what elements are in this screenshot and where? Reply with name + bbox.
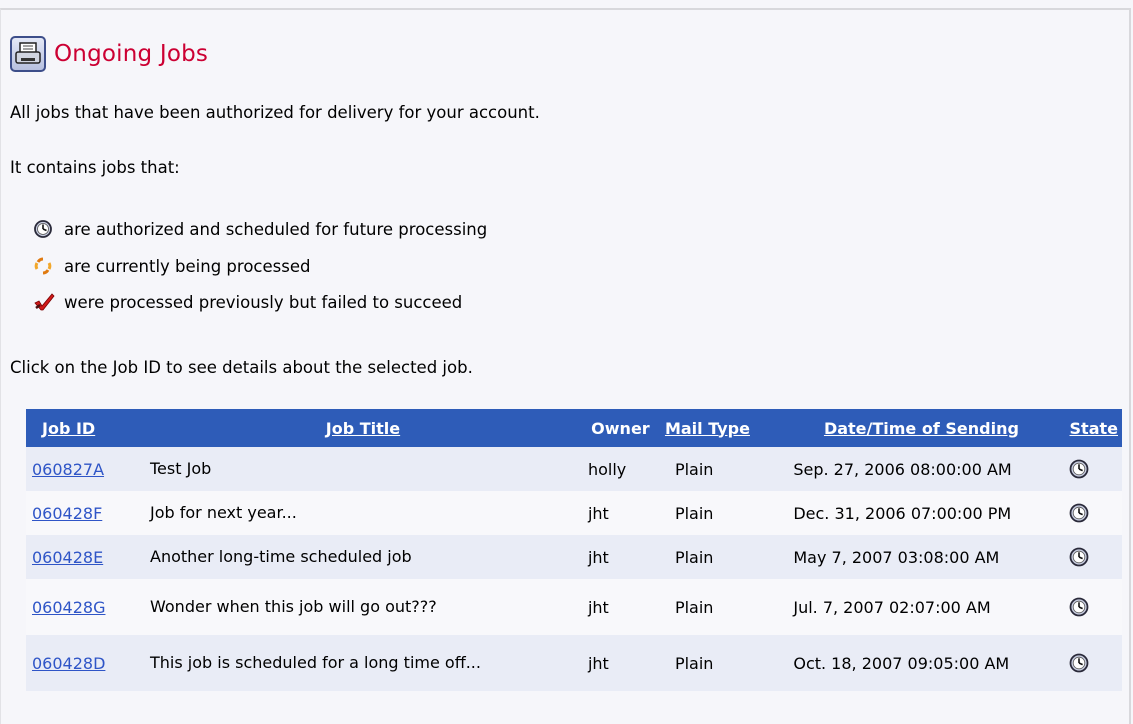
- legend-item-failed: were processed previously but failed to …: [32, 292, 462, 312]
- clock-icon: [1069, 459, 1088, 479]
- instruction-text: Click on the Job ID to see details about…: [10, 358, 473, 377]
- job-id-link[interactable]: 060428D: [26, 635, 144, 691]
- page-title: Ongoing Jobs: [54, 41, 209, 67]
- job-id-link-text[interactable]: 060428G: [32, 598, 105, 617]
- job-title-cell: Job for next year...: [144, 491, 582, 535]
- table-row: 060428D This job is scheduled for a long…: [26, 635, 1122, 691]
- job-id-link[interactable]: 060428G: [26, 579, 144, 635]
- mail-type-cell: Plain: [658, 491, 780, 535]
- column-header-state[interactable]: State: [1063, 409, 1122, 447]
- job-id-link[interactable]: 060428E: [26, 535, 144, 579]
- state-cell: [1063, 635, 1122, 691]
- mail-type-cell: Plain: [658, 535, 780, 579]
- job-id-link-text[interactable]: 060428E: [32, 548, 103, 567]
- date-time-cell: Oct. 18, 2007 09:05:00 AM: [779, 635, 1064, 691]
- printer-icon: [10, 36, 46, 72]
- state-cell: [1063, 579, 1122, 635]
- column-header-mail-type[interactable]: Mail Type: [658, 409, 780, 447]
- state-cell: [1063, 535, 1122, 579]
- job-id-link[interactable]: 060428F: [26, 491, 144, 535]
- owner-cell: jht: [581, 535, 659, 579]
- table-header-row: Job ID Job Title Owner Mail Type Date/Ti…: [26, 409, 1122, 447]
- owner-cell: holly: [581, 447, 659, 491]
- job-title-cell: Test Job: [144, 447, 582, 491]
- clock-icon: [34, 220, 52, 238]
- page-header: Ongoing Jobs: [10, 36, 208, 72]
- legend-item-processing: are currently being processed: [32, 256, 310, 276]
- state-cell: [1063, 447, 1122, 491]
- job-id-link[interactable]: 060827A: [26, 447, 144, 491]
- refresh-icon: [34, 257, 52, 275]
- legend-item-scheduled: are authorized and scheduled for future …: [32, 219, 487, 239]
- mail-type-cell: Plain: [658, 635, 780, 691]
- column-header-owner: Owner: [581, 409, 659, 447]
- clock-icon: [1069, 503, 1088, 523]
- clock-icon: [1069, 547, 1088, 567]
- date-time-cell: Dec. 31, 2006 07:00:00 PM: [779, 491, 1064, 535]
- column-header-job-title[interactable]: Job Title: [144, 409, 582, 447]
- clock-icon: [1069, 597, 1088, 617]
- table-row: 060428G Wonder when this job will go out…: [26, 579, 1122, 635]
- owner-cell: jht: [581, 635, 659, 691]
- job-id-link-text[interactable]: 060428F: [32, 504, 102, 523]
- date-time-cell: Jul. 7, 2007 02:07:00 AM: [779, 579, 1064, 635]
- mail-type-cell: Plain: [658, 447, 780, 491]
- table-row: 060428F Job for next year... jht Plain D…: [26, 491, 1122, 535]
- job-title-cell: Another long-time scheduled job: [144, 535, 582, 579]
- table-row: 060428E Another long-time scheduled job …: [26, 535, 1122, 579]
- jobs-table: Job ID Job Title Owner Mail Type Date/Ti…: [26, 409, 1122, 691]
- clock-icon: [1069, 653, 1088, 673]
- date-time-cell: May 7, 2007 03:08:00 AM: [779, 535, 1064, 579]
- owner-cell: jht: [581, 579, 659, 635]
- owner-cell: jht: [581, 491, 659, 535]
- column-header-job-id[interactable]: Job ID: [26, 409, 144, 447]
- page-description: All jobs that have been authorized for d…: [10, 103, 540, 122]
- job-title-cell: Wonder when this job will go out???: [144, 579, 582, 635]
- job-title-cell: This job is scheduled for a long time of…: [144, 635, 582, 691]
- job-id-link-text[interactable]: 060428D: [32, 654, 105, 673]
- date-time-cell: Sep. 27, 2006 08:00:00 AM: [779, 447, 1064, 491]
- legend-label: are currently being processed: [64, 256, 311, 276]
- column-header-date-time[interactable]: Date/Time of Sending: [779, 409, 1064, 447]
- table-row: 060827A Test Job holly Plain Sep. 27, 20…: [26, 447, 1122, 491]
- failed-x-icon: [34, 293, 55, 311]
- contains-label: It contains jobs that:: [10, 158, 180, 177]
- state-cell: [1063, 491, 1122, 535]
- legend-label: were processed previously but failed to …: [64, 292, 463, 312]
- legend-label: are authorized and scheduled for future …: [64, 219, 488, 239]
- mail-type-cell: Plain: [658, 579, 780, 635]
- job-id-link-text[interactable]: 060827A: [32, 460, 104, 479]
